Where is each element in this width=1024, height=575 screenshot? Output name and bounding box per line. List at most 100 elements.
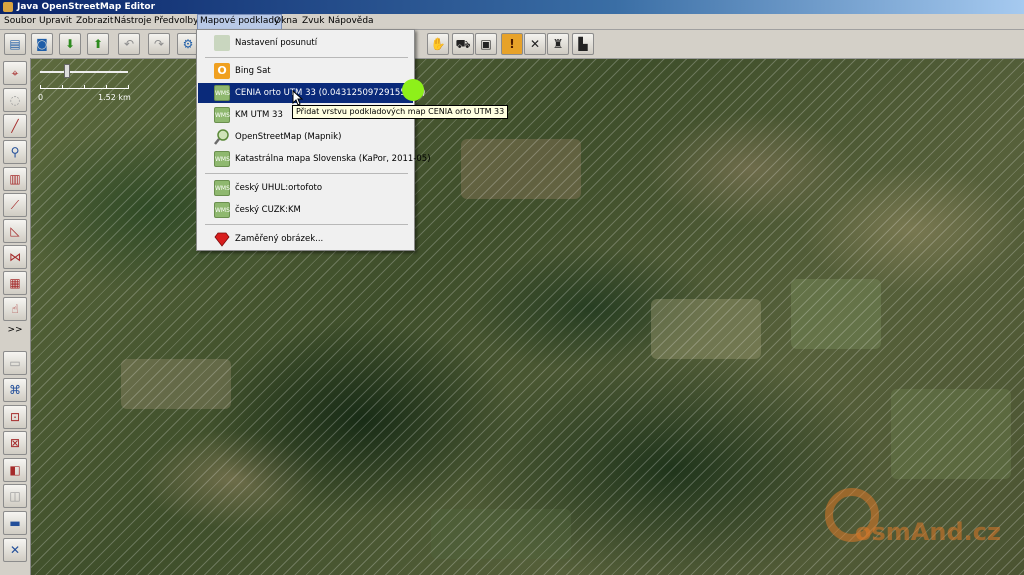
menu-item-label: Bing Sat — [235, 66, 271, 76]
warning-icon: ! — [509, 37, 515, 51]
menu-item-katastralna-mapa[interactable]: WMS Katastrálna mapa Slovenska (KaPor, 2… — [198, 149, 431, 169]
bus-icon: ▣ — [480, 37, 492, 51]
tags-toggle-button[interactable]: ⌘ — [3, 378, 27, 402]
align-triangle-button[interactable]: ◺ — [3, 219, 27, 243]
menu-item-uhul-ortofoto[interactable]: WMS český UHUL:ortofoto — [198, 178, 413, 198]
red-diamond-icon — [214, 231, 230, 247]
combine-way-button[interactable]: ⋈ — [3, 245, 27, 269]
cross-preset-button[interactable]: ✕ — [524, 33, 546, 55]
scale-tick — [128, 85, 129, 89]
menu-predvolby[interactable]: Předvolby — [152, 14, 200, 29]
menu-soubor[interactable]: Soubor — [2, 14, 38, 29]
zoom-slider-thumb[interactable] — [64, 64, 70, 78]
validation-icon: ✕ — [9, 543, 21, 557]
draw-tool-icon: ╱ — [11, 119, 19, 133]
wms-icon: WMS — [214, 202, 230, 218]
conflict-icon: ▬ — [9, 516, 21, 530]
menu-separator — [205, 57, 408, 58]
menu-item-label: český CUZK:KM — [235, 205, 301, 215]
menu-nastroje[interactable]: Nástroje — [112, 14, 154, 29]
menu-item-cuzk-km[interactable]: WMS český CUZK:KM — [198, 200, 413, 220]
window-title: Java OpenStreetMap Editor — [17, 2, 156, 12]
watermark-text: osmAnd.cz — [855, 518, 1001, 546]
split-way-button[interactable]: ⟋ — [3, 193, 27, 217]
lasso-tool-icon: ◌ — [9, 93, 21, 107]
menu-item-label: Katastrálna mapa Slovenska (KaPor, 2011-… — [235, 154, 431, 164]
authors-icon: ◧ — [9, 463, 21, 477]
menu-okna[interactable]: Okna — [272, 14, 300, 29]
relations-toggle-button[interactable]: ⊡ — [3, 405, 27, 429]
left-tool-panel: ⌖ ◌ ╱ ⚲ ▥ ⟋ ◺ ⋈ ▦ ☝ >> ▭ ⌘ ⊡ ⊠ ◧ ◫ ▬ ✕ — [0, 58, 31, 575]
car-icon: ⛟ — [455, 37, 471, 51]
wms-icon: WMS — [214, 85, 230, 101]
menu-item-targeted-image[interactable]: Zaměřený obrázek... — [198, 229, 413, 249]
redo-button[interactable]: ↷ — [148, 33, 170, 55]
josm-app-icon — [3, 2, 13, 12]
layers-toggle-icon: ▭ — [9, 356, 21, 370]
relations-toggle-icon: ⊡ — [9, 410, 21, 424]
menu-item-tooltip: Přidat vrstvu podkladových map CENIA ort… — [292, 105, 509, 119]
upload-button[interactable]: ⬆ — [87, 33, 109, 55]
wms-icon: WMS — [214, 107, 230, 123]
draw-tool-button[interactable]: ╱ — [3, 114, 27, 138]
layers-toggle-button[interactable]: ▭ — [3, 351, 27, 375]
bing-icon: O — [214, 63, 230, 79]
menu-item-osm-mapnik[interactable]: OpenStreetMap (Mapnik) — [198, 127, 413, 147]
selection-list-button[interactable]: ⊠ — [3, 431, 27, 455]
tags-toggle-icon: ⌘ — [9, 383, 21, 397]
menu-item-label: CENIA orto UTM 33 (0.04312509729155554) — [235, 88, 426, 98]
industry-icon: ▙ — [578, 37, 588, 51]
menu-item-label: český UHUL:ortofoto — [235, 183, 323, 193]
pan-button[interactable]: ✋ — [427, 33, 449, 55]
menu-item-offset-settings[interactable]: Nastavení posunutí — [198, 33, 413, 53]
undo-icon: ↶ — [123, 37, 135, 51]
combine-way-icon: ⋈ — [9, 250, 21, 264]
bus-preset-button[interactable]: ▣ — [475, 33, 497, 55]
scale-tick — [40, 85, 41, 89]
align-triangle-icon: ◺ — [10, 224, 20, 238]
download-button[interactable]: ⬇ — [59, 33, 81, 55]
wms-icon: WMS — [214, 180, 230, 196]
split-way-icon: ⟋ — [10, 198, 20, 212]
menu-item-bing-sat[interactable]: O Bing Sat — [198, 61, 413, 81]
menu-zobrazit[interactable]: Zobrazit — [74, 14, 115, 29]
menu-upravit[interactable]: Upravit — [37, 14, 74, 29]
window-title-bar: Java OpenStreetMap Editor — [0, 0, 1024, 14]
open-file-button[interactable]: ▤ — [4, 33, 26, 55]
zoom-tool-button[interactable]: ⚲ — [3, 140, 27, 164]
open-file-icon: ▤ — [9, 37, 21, 51]
menu-item-cenia-orto[interactable]: WMS CENIA orto UTM 33 (0.043125097291555… — [198, 83, 425, 103]
car-preset-button[interactable]: ⛟ — [452, 33, 474, 55]
select-tool-button[interactable]: ⌖ — [3, 61, 27, 85]
menu-napoveda[interactable]: Nápověda — [326, 14, 376, 29]
menu-zvuk[interactable]: Zvuk — [300, 14, 326, 29]
download-icon: ⬇ — [64, 37, 76, 51]
lasso-tool-button[interactable]: ◌ — [3, 88, 27, 112]
mouse-cursor-icon — [292, 90, 304, 106]
save-button[interactable]: ◙ — [31, 33, 53, 55]
history-button[interactable]: ◫ — [3, 484, 27, 508]
delete-tool-icon: ▥ — [9, 172, 21, 186]
delete-tool-button[interactable]: ▥ — [3, 167, 27, 191]
menu-item-label: KM UTM 33 — [235, 110, 283, 120]
selection-list-icon: ⊠ — [9, 436, 21, 450]
more-tools-button[interactable]: >> — [3, 323, 27, 337]
building-tool-button[interactable]: ▦ — [3, 271, 27, 295]
building-preset-button[interactable]: ♜ — [547, 33, 569, 55]
cross-icon: ✕ — [529, 37, 541, 51]
improve-way-icon: ☝ — [11, 302, 19, 316]
warning-preset-button[interactable]: ! — [501, 33, 523, 55]
building-tool-icon: ▦ — [9, 276, 21, 290]
improve-way-button[interactable]: ☝ — [3, 297, 27, 321]
validation-button[interactable]: ✕ — [3, 538, 27, 562]
imagery-menu: Nastavení posunutí O Bing Sat WMS CENIA … — [196, 29, 431, 251]
click-highlight-dot — [402, 79, 424, 101]
menu-bar: Soubor Upravit Zobrazit Nástroje Předvol… — [0, 14, 1024, 31]
zoom-slider-track[interactable] — [40, 71, 128, 73]
undo-button[interactable]: ↶ — [118, 33, 140, 55]
conflict-button[interactable]: ▬ — [3, 511, 27, 535]
authors-button[interactable]: ◧ — [3, 458, 27, 482]
pan-hand-icon: ✋ — [430, 37, 446, 51]
industry-preset-button[interactable]: ▙ — [572, 33, 594, 55]
offset-settings-icon — [214, 35, 230, 51]
